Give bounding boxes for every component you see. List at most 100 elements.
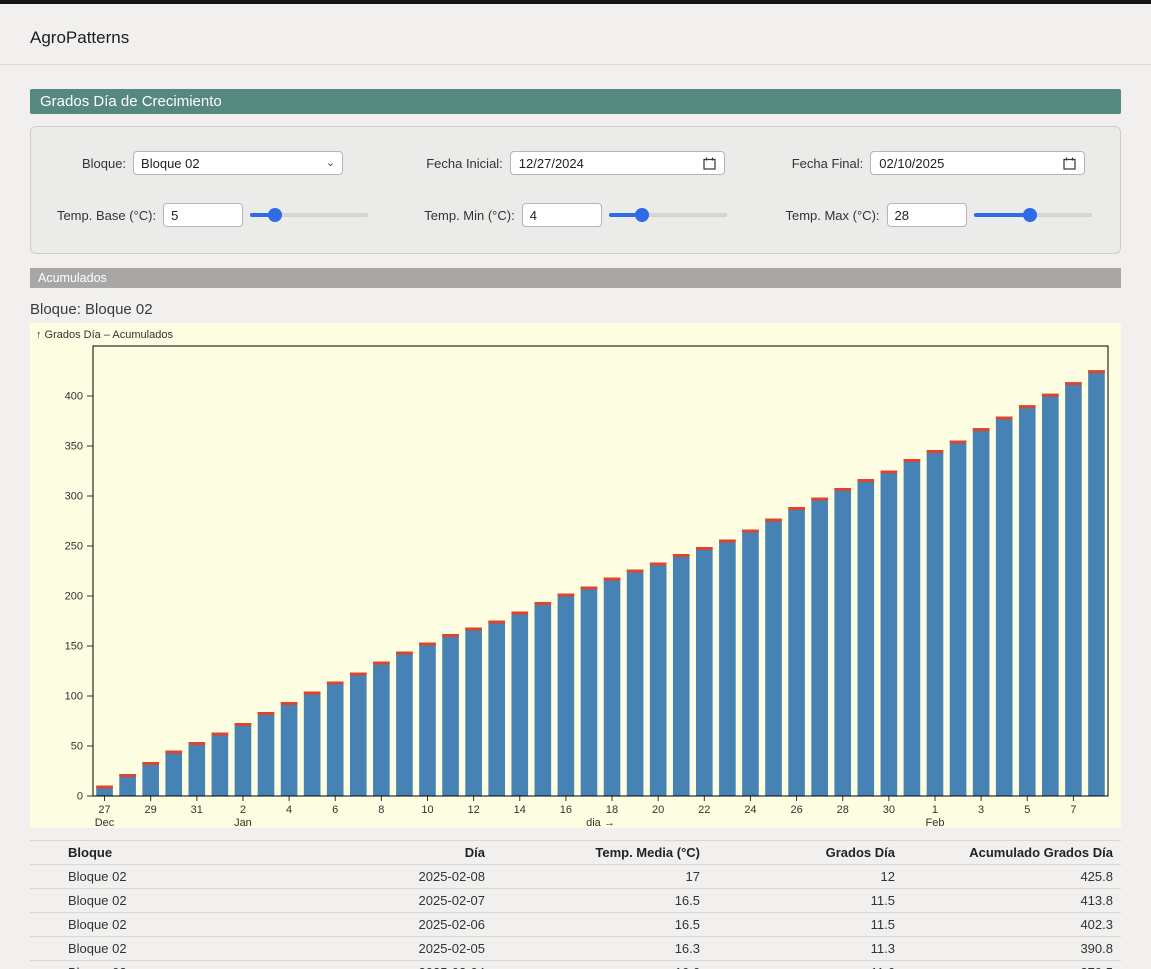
table-cell: 2025-02-06 [278,913,493,937]
temp-base-value: 5 [171,208,178,223]
svg-text:100: 100 [65,691,83,703]
table-header-cell: Día [278,841,493,865]
app-title: AgroPatterns [30,28,1121,48]
temp-max-label: Temp. Max (°C): [785,208,879,223]
table-row: Bloque 022025-02-081712425.8 [30,865,1121,889]
svg-text:0: 0 [77,791,83,803]
table-cell: 16.5 [493,889,708,913]
table-header-row: BloqueDíaTemp. Media (°C)Grados DíaAcumu… [30,841,1121,865]
slider-thumb[interactable] [1023,208,1037,222]
chart-y-axis-title: ↑ Grados Día – Acumulados [30,323,1121,342]
svg-text:250: 250 [65,541,83,553]
slider-fill [974,213,1031,217]
bloque-select[interactable]: Bloque 02 ⌄ [133,151,343,175]
svg-text:29: 29 [145,804,157,816]
table-row: Bloque 022025-02-0516.311.3390.8 [30,937,1121,961]
svg-text:3: 3 [978,804,984,816]
fecha-final-value: 02/10/2025 [879,156,944,171]
chart-heading: Bloque: Bloque 02 [30,301,1121,318]
calendar-icon[interactable] [703,157,716,170]
fecha-final-label: Fecha Final: [792,156,864,171]
svg-text:7: 7 [1070,804,1076,816]
svg-text:50: 50 [71,741,83,753]
results-table-wrap: BloqueDíaTemp. Media (°C)Grados DíaAcumu… [30,840,1121,969]
table-header-cell: Bloque [60,841,278,865]
temp-min-label: Temp. Min (°C): [424,208,514,223]
fecha-inicial-value: 12/27/2024 [519,156,584,171]
results-table: BloqueDíaTemp. Media (°C)Grados DíaAcumu… [30,840,1121,969]
table-cell: 390.8 [903,937,1121,961]
table-cell: 16.5 [493,913,708,937]
table-cell: 17 [493,865,708,889]
table-row: Bloque 022025-02-0616.511.5402.3 [30,913,1121,937]
svg-text:300: 300 [65,491,83,503]
svg-text:350: 350 [65,441,83,453]
table-cell: Bloque 02 [60,937,278,961]
svg-text:31: 31 [191,804,203,816]
svg-text:1: 1 [932,804,938,816]
table-cell: Bloque 02 [60,889,278,913]
section-title: Grados Día de Crecimiento [40,93,222,110]
svg-text:18: 18 [606,804,618,816]
table-cell [30,865,60,889]
table-row: Bloque 022025-02-0716.511.5413.8 [30,889,1121,913]
svg-text:28: 28 [837,804,849,816]
svg-text:200: 200 [65,591,83,603]
svg-text:dia →: dia → [586,817,615,828]
table-cell: Bloque 02 [60,865,278,889]
temp-max-input[interactable]: 28 [887,203,967,227]
table-cell: 11.3 [708,937,903,961]
table-cell: 379.5 [903,961,1121,969]
table-cell: 16.6 [493,961,708,969]
section-title-bar: Grados Día de Crecimiento [30,89,1121,114]
bloque-select-value: Bloque 02 [141,156,200,171]
slider-thumb[interactable] [268,208,282,222]
fecha-inicial-input[interactable]: 12/27/2024 [510,151,725,175]
table-cell: 2025-02-07 [278,889,493,913]
chart-plot-area: 0501001502002503003504002729312468101214… [30,342,1121,828]
temp-max-value: 28 [895,208,909,223]
table-cell [30,913,60,937]
svg-text:26: 26 [790,804,802,816]
temp-base-input[interactable]: 5 [163,203,243,227]
table-cell [30,961,60,969]
temp-min-slider[interactable] [609,208,727,222]
slider-thumb[interactable] [635,208,649,222]
svg-text:27: 27 [98,804,110,816]
svg-text:Feb: Feb [926,817,945,828]
calendar-icon[interactable] [1063,157,1076,170]
table-cell: 2025-02-05 [278,937,493,961]
fecha-final-input[interactable]: 02/10/2025 [870,151,1085,175]
bloque-label: Bloque: [82,156,126,171]
acumulados-title: Acumulados [38,271,107,285]
svg-text:24: 24 [744,804,756,816]
acumulados-bar: Acumulados [30,268,1121,288]
table-cell [30,889,60,913]
fecha-inicial-label: Fecha Inicial: [426,156,503,171]
temp-base-slider[interactable] [250,208,368,222]
table-cell: 16.3 [493,937,708,961]
svg-text:Dec: Dec [95,817,115,828]
temp-min-input[interactable]: 4 [522,203,602,227]
svg-text:16: 16 [560,804,572,816]
table-cell: 2025-02-04 [278,961,493,969]
table-cell: 12 [708,865,903,889]
svg-text:8: 8 [378,804,384,816]
svg-text:12: 12 [468,804,480,816]
svg-text:2: 2 [240,804,246,816]
table-cell: 402.3 [903,913,1121,937]
app-header: AgroPatterns [0,4,1151,64]
table-cell: 11.5 [708,913,903,937]
svg-text:20: 20 [652,804,664,816]
temp-max-slider[interactable] [974,208,1092,222]
table-header-cell: Temp. Media (°C) [493,841,708,865]
table-cell: 11.6 [708,961,903,969]
svg-text:Jan: Jan [234,817,252,828]
table-row: Bloque 022025-02-0416.611.6379.5 [30,961,1121,969]
table-cell: 2025-02-08 [278,865,493,889]
svg-text:4: 4 [286,804,292,816]
accumulated-chart: ↑ Grados Día – Acumulados 05010015020025… [30,323,1121,828]
svg-text:5: 5 [1024,804,1030,816]
table-header-cell: Acumulado Grados Día [903,841,1121,865]
svg-text:22: 22 [698,804,710,816]
